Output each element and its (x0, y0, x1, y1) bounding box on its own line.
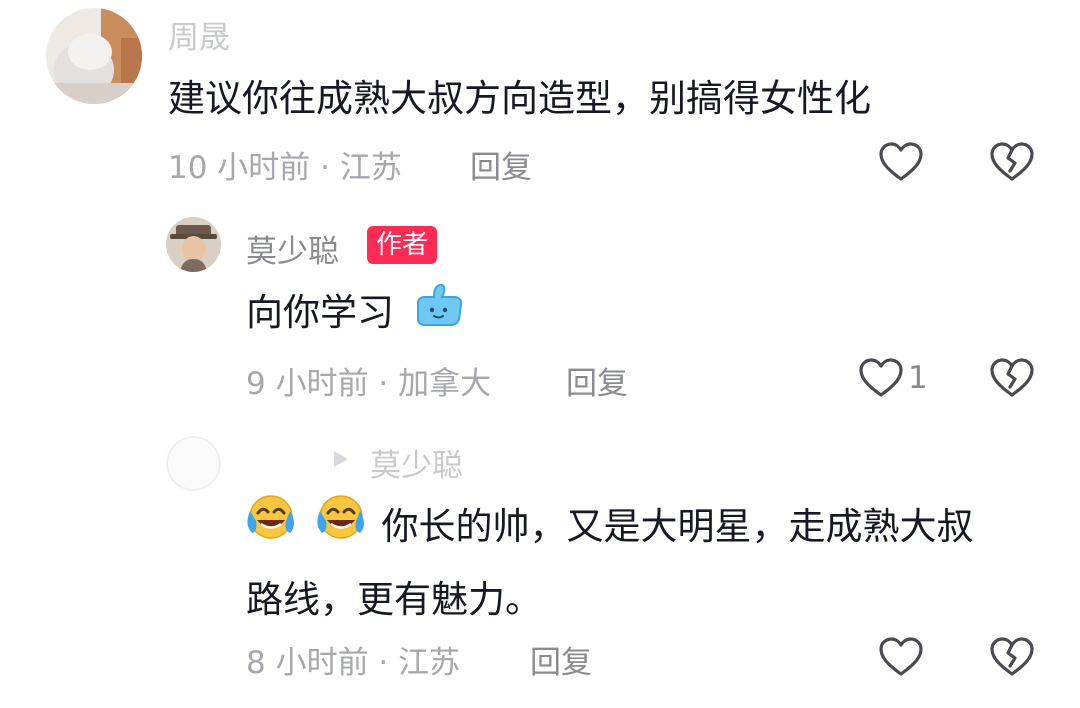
comment-text-line1: 你长的帅，又是大明星，走成熟大叔 (381, 505, 974, 548)
comment-text-line2: 路线，更有魅力。 (246, 578, 542, 621)
heart-outline-icon (859, 358, 903, 397)
heart-outline-icon (879, 637, 923, 676)
comment-text-body: 向你学习 (246, 291, 394, 334)
comment-author[interactable]: 周晟 (168, 12, 230, 57)
like-count: 1 (908, 360, 928, 396)
comment-text: 向你学习 (246, 276, 464, 351)
avatar[interactable] (166, 436, 221, 491)
like-button[interactable] (878, 141, 928, 183)
comment-text: 建议你往成熟大叔方向造型，别搞得女性化 (168, 77, 871, 120)
broken-heart-icon (990, 637, 1034, 676)
author-badge: 作者 (367, 226, 438, 264)
laughing-crying-emoji-icon (316, 492, 370, 565)
heart-outline-icon (879, 142, 923, 181)
reply-arrow-icon (332, 449, 350, 473)
reply-button[interactable]: 回复 (470, 142, 532, 187)
comment-text: 你长的帅，又是大明星，走成熟大叔 (246, 490, 974, 565)
laughing-crying-emoji-icon (246, 492, 300, 565)
comment-meta: 10 小时前 · 江苏 (168, 150, 402, 186)
reply-button[interactable]: 回复 (566, 358, 628, 403)
comment-meta: 9 小时前 · 加拿大 (246, 366, 492, 402)
like-button[interactable]: 1 (858, 357, 928, 399)
comment-author[interactable]: 莫少聪 (246, 226, 339, 271)
dislike-button[interactable] (989, 636, 1035, 678)
comment-meta: 8 小时前 · 江苏 (246, 645, 461, 681)
avatar[interactable] (46, 8, 142, 104)
thumbs-up-sticker-icon (412, 278, 464, 351)
broken-heart-icon (990, 142, 1034, 181)
avatar[interactable] (166, 217, 221, 272)
like-button[interactable] (878, 636, 928, 678)
dislike-button[interactable] (989, 141, 1035, 183)
dislike-button[interactable] (989, 357, 1035, 399)
broken-heart-icon (990, 358, 1034, 397)
reply-target-author[interactable]: 莫少聪 (370, 440, 463, 485)
reply-button[interactable]: 回复 (530, 637, 592, 682)
